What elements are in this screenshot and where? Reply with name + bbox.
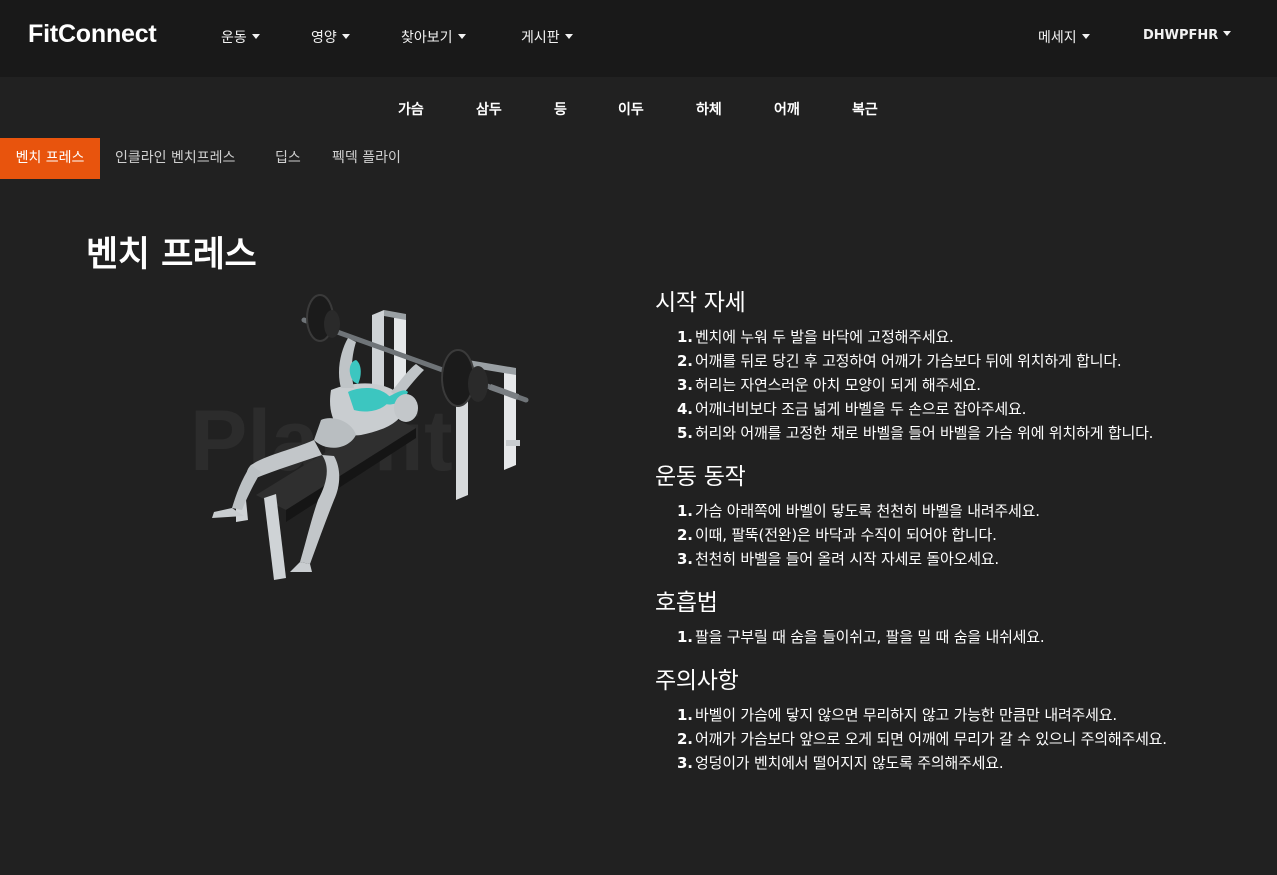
nav-menu-exercise[interactable]: 운동 xyxy=(221,27,260,47)
brand-logo[interactable]: FitConnect xyxy=(28,20,157,49)
caret-down-icon xyxy=(1223,31,1232,36)
list-item: 2. 어깨가 가슴보다 앞으로 오게 되면 어깨에 무리가 갈 수 있으니 주의해… xyxy=(677,730,1167,748)
list-item: 1. 팔을 구부릴 때 숨을 들이쉬고, 팔을 밀 때 숨을 내쉬세요. xyxy=(677,628,1045,646)
exercise-tab-bench-press[interactable]: 벤치 프레스 xyxy=(0,138,100,179)
list-item: 5. 허리와 어깨를 고정한 채로 바벨을 들어 바벨을 가슴 위에 위치하게 합… xyxy=(677,424,1154,442)
category-shoulders[interactable]: 어깨 xyxy=(774,99,800,119)
list-item: 3. 허리는 자연스러운 아치 모양이 되게 해주세요. xyxy=(677,376,981,394)
category-triceps[interactable]: 삼두 xyxy=(476,99,502,119)
instructions-panel: 시작 자세 1. 벤치에 누워 두 발을 바닥에 고정해주세요. 2. 어깨를 뒤로… xyxy=(655,283,1195,787)
exercise-tab-incline-bench-press[interactable]: 인클라인 벤치프레스 xyxy=(115,138,235,179)
caret-down-icon xyxy=(251,34,260,39)
list-item: 3. 천천히 바벨을 들어 올려 시작 자세로 돌아오세요. xyxy=(677,550,999,568)
category-abs[interactable]: 복근 xyxy=(852,99,878,119)
caret-down-icon xyxy=(341,34,350,39)
bench-press-figure: Planfit xyxy=(190,294,529,580)
category-back[interactable]: 등 xyxy=(554,99,567,119)
list-item: 1. 가슴 아래쪽에 바벨이 닿도록 천천히 바벨을 내려주세요. xyxy=(677,502,1040,520)
section-title-movement: 운동 동작 xyxy=(655,464,746,490)
top-navbar: FitConnect 운동 영양 찾아보기 게시판 메세지 DHWPFHR xyxy=(0,0,1277,77)
exercise-illustration: Planfit xyxy=(86,280,618,580)
list-item: 1. 벤치에 누워 두 발을 바닥에 고정해주세요. xyxy=(677,328,954,346)
nav-menu-browse[interactable]: 찾아보기 xyxy=(401,27,466,47)
list-item: 4. 어깨너비보다 조금 넓게 바벨을 두 손으로 잡아주세요. xyxy=(677,400,1027,418)
section-title-start-position: 시작 자세 xyxy=(655,290,746,316)
list-item: 1. 바벨이 가슴에 닿지 않으면 무리하지 않고 가능한 만큼만 내려주세요. xyxy=(677,706,1117,724)
category-legs[interactable]: 하체 xyxy=(696,99,722,119)
movement-steps: 1. 가슴 아래쪽에 바벨이 닿도록 천천히 바벨을 내려주세요. 2. 이때, 팔… xyxy=(677,499,1195,571)
category-biceps[interactable]: 이두 xyxy=(618,99,644,119)
start-position-steps: 1. 벤치에 누워 두 발을 바닥에 고정해주세요. 2. 어깨를 뒤로 당긴 후 … xyxy=(677,325,1195,445)
list-item: 3. 엉덩이가 벤치에서 떨어지지 않도록 주의해주세요. xyxy=(677,754,1004,772)
nav-menu-board[interactable]: 게시판 xyxy=(521,27,573,47)
page-title: 벤치 프레스 xyxy=(86,235,257,275)
nav-menu-nutrition[interactable]: 영양 xyxy=(311,27,350,47)
category-chest[interactable]: 가슴 xyxy=(398,99,424,119)
exercise-tab-dips[interactable]: 딥스 xyxy=(275,138,301,179)
list-item: 2. 어깨를 뒤로 당긴 후 고정하여 어깨가 가슴보다 뒤에 위치하게 합니다. xyxy=(677,352,1122,370)
exercise-tab-pec-deck-fly[interactable]: 펙덱 플라이 xyxy=(332,138,401,179)
caret-down-icon xyxy=(1081,34,1090,39)
category-bar: 가슴 삼두 등 이두 하체 어깨 복근 xyxy=(0,77,1277,138)
cautions-steps: 1. 바벨이 가슴에 닿지 않으면 무리하지 않고 가능한 만큼만 내려주세요. … xyxy=(677,703,1195,775)
list-item: 2. 이때, 팔뚝(전완)은 바닥과 수직이 되어야 합니다. xyxy=(677,526,997,544)
nav-menu-messages[interactable]: 메세지 xyxy=(1038,27,1090,47)
nav-menu-user[interactable]: DHWPFHR xyxy=(1143,28,1232,43)
breathing-steps: 1. 팔을 구부릴 때 숨을 들이쉬고, 팔을 밀 때 숨을 내쉬세요. xyxy=(677,625,1195,649)
section-title-breathing: 호흡법 xyxy=(655,590,718,616)
section-title-cautions: 주의사항 xyxy=(655,668,739,694)
caret-down-icon xyxy=(457,34,466,39)
caret-down-icon xyxy=(564,34,573,39)
